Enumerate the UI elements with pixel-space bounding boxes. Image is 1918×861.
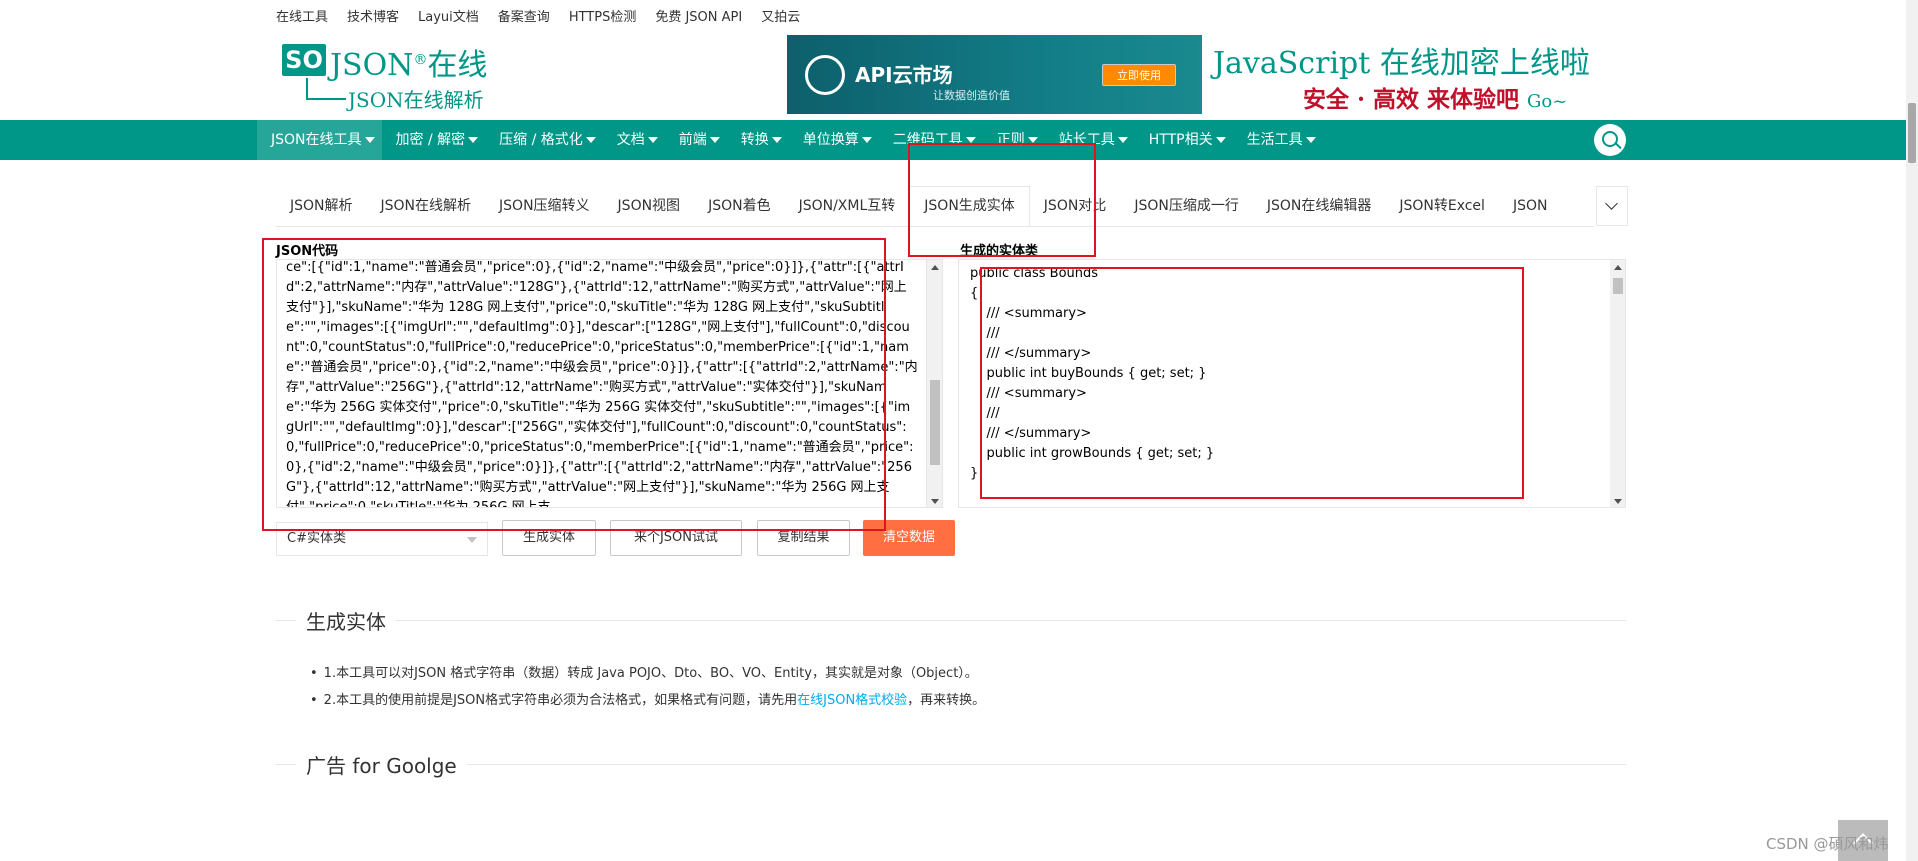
logo-subtitle: JSON在线解析 [348,88,484,112]
top-link-api[interactable]: 免费 JSON API [655,6,742,25]
logo-badge: SO [282,44,326,76]
language-select-value: C#实体类 [287,531,346,546]
top-link-tools[interactable]: 在线工具 [276,6,328,25]
annotation-box-tab [908,143,1096,257]
annotation-box-output [980,267,1524,499]
nav-item-compress[interactable]: 压缩 / 格式化 [485,120,603,160]
site-logo[interactable]: SO JSON®在线 JSON在线解析 [282,40,502,112]
banner-title: API云市场 [855,63,953,87]
tabs-more-button[interactable] [1596,186,1628,226]
tab-json-view[interactable]: JSON视图 [604,186,695,226]
cloud-icon [805,55,845,95]
tab-json-color[interactable]: JSON着色 [694,186,785,226]
banner-button[interactable]: 立即使用 [1102,64,1176,86]
section-divider [276,620,1626,621]
top-link-blog[interactable]: 技术博客 [347,6,399,25]
scroll-down-icon[interactable] [1614,499,1622,504]
annotation-box-input [262,238,886,531]
window-scroll-thumb[interactable] [1908,103,1916,163]
scroll-down-icon[interactable] [931,499,939,504]
nav-item-json-tools[interactable]: JSON在线工具 [257,120,382,160]
section-divider [276,764,1626,765]
note-2: 2.本工具的使用前提是JSON格式字符串必须为合法格式，如果格式有问题，请先用在… [322,687,986,714]
tab-json-escape[interactable]: JSON压缩转义 [485,186,604,226]
api-market-banner[interactable]: API云市场 让数据创造价值 立即使用 [787,35,1202,114]
nav-item-docs[interactable]: 文档 [603,120,665,160]
top-link-https[interactable]: HTTPS检测 [569,6,637,25]
nav-item-units[interactable]: 单位换算 [789,120,879,160]
caret-down-icon [1215,137,1226,143]
tab-json-xml[interactable]: JSON/XML互转 [785,186,910,226]
nav-item-convert[interactable]: 转换 [727,120,789,160]
json-input-scrollbar[interactable] [926,260,942,507]
caret-down-icon [771,137,782,143]
json-validate-link[interactable]: 在线JSON格式校验 [797,693,907,708]
output-scrollbar[interactable] [1610,260,1625,507]
tab-json-more[interactable]: JSON [1499,186,1562,226]
caret-down-icon [709,137,720,143]
tab-json-minify[interactable]: JSON压缩成一行 [1120,186,1253,226]
caret-down-icon [647,137,658,143]
nav-item-encrypt[interactable]: 加密 / 解密 [382,120,486,160]
tab-json-editor[interactable]: JSON在线编辑器 [1253,186,1386,226]
caret-down-icon [468,137,479,143]
banner-subtitle: 让数据创造价值 [933,89,1010,102]
search-button[interactable] [1594,124,1626,156]
json-input-scroll-thumb[interactable] [930,380,940,465]
nav-item-life[interactable]: 生活工具 [1233,120,1323,160]
promo-slogan-line2[interactable]: 安全 · 高效 来体验吧 Go~ [1303,80,1567,114]
logo-title: JSON®在线 [330,48,488,83]
note-1: 1.本工具可以对JSON 格式字符串（数据）转成 Java POJO、Dto、B… [322,660,985,687]
caret-down-icon [1117,137,1128,143]
top-link-layui[interactable]: Layui文档 [418,6,479,25]
top-link-icp[interactable]: 备案查询 [498,6,550,25]
tool-notes: 1.本工具可以对JSON 格式字符串（数据）转成 Java POJO、Dto、B… [322,660,986,714]
output-scroll-thumb[interactable] [1613,278,1623,294]
tab-json-online-parse[interactable]: JSON在线解析 [367,186,486,226]
logo-arrow-icon [306,78,346,100]
caret-down-icon [585,137,596,143]
csdn-watermark: CSDN @碩风和炜 [1766,835,1889,853]
promo-slogan-line1[interactable]: JavaScript 在线加密上线啦 [1213,38,1590,82]
scroll-up-icon[interactable] [1614,265,1622,270]
window-scrollbar[interactable] [1906,0,1918,861]
nav-item-frontend[interactable]: 前端 [665,120,727,160]
caret-down-icon [364,137,375,143]
chevron-down-icon [467,537,477,543]
search-icon-handle [1615,142,1622,150]
scroll-up-icon[interactable] [931,265,939,270]
top-links: 在线工具 技术博客 Layui文档 备案查询 HTTPS检测 免费 JSON A… [276,0,819,30]
top-link-upyun[interactable]: 又拍云 [761,6,800,25]
section-title-ads: 广告 for Goolge [296,750,467,779]
tab-json-excel[interactable]: JSON转Excel [1385,186,1499,226]
chevron-down-icon [1605,197,1618,210]
tab-json-parse[interactable]: JSON解析 [276,186,367,226]
caret-down-icon [1305,137,1316,143]
nav-item-http[interactable]: HTTP相关 [1135,120,1233,160]
caret-down-icon [861,137,872,143]
section-title-entity: 生成实体 [296,606,396,635]
